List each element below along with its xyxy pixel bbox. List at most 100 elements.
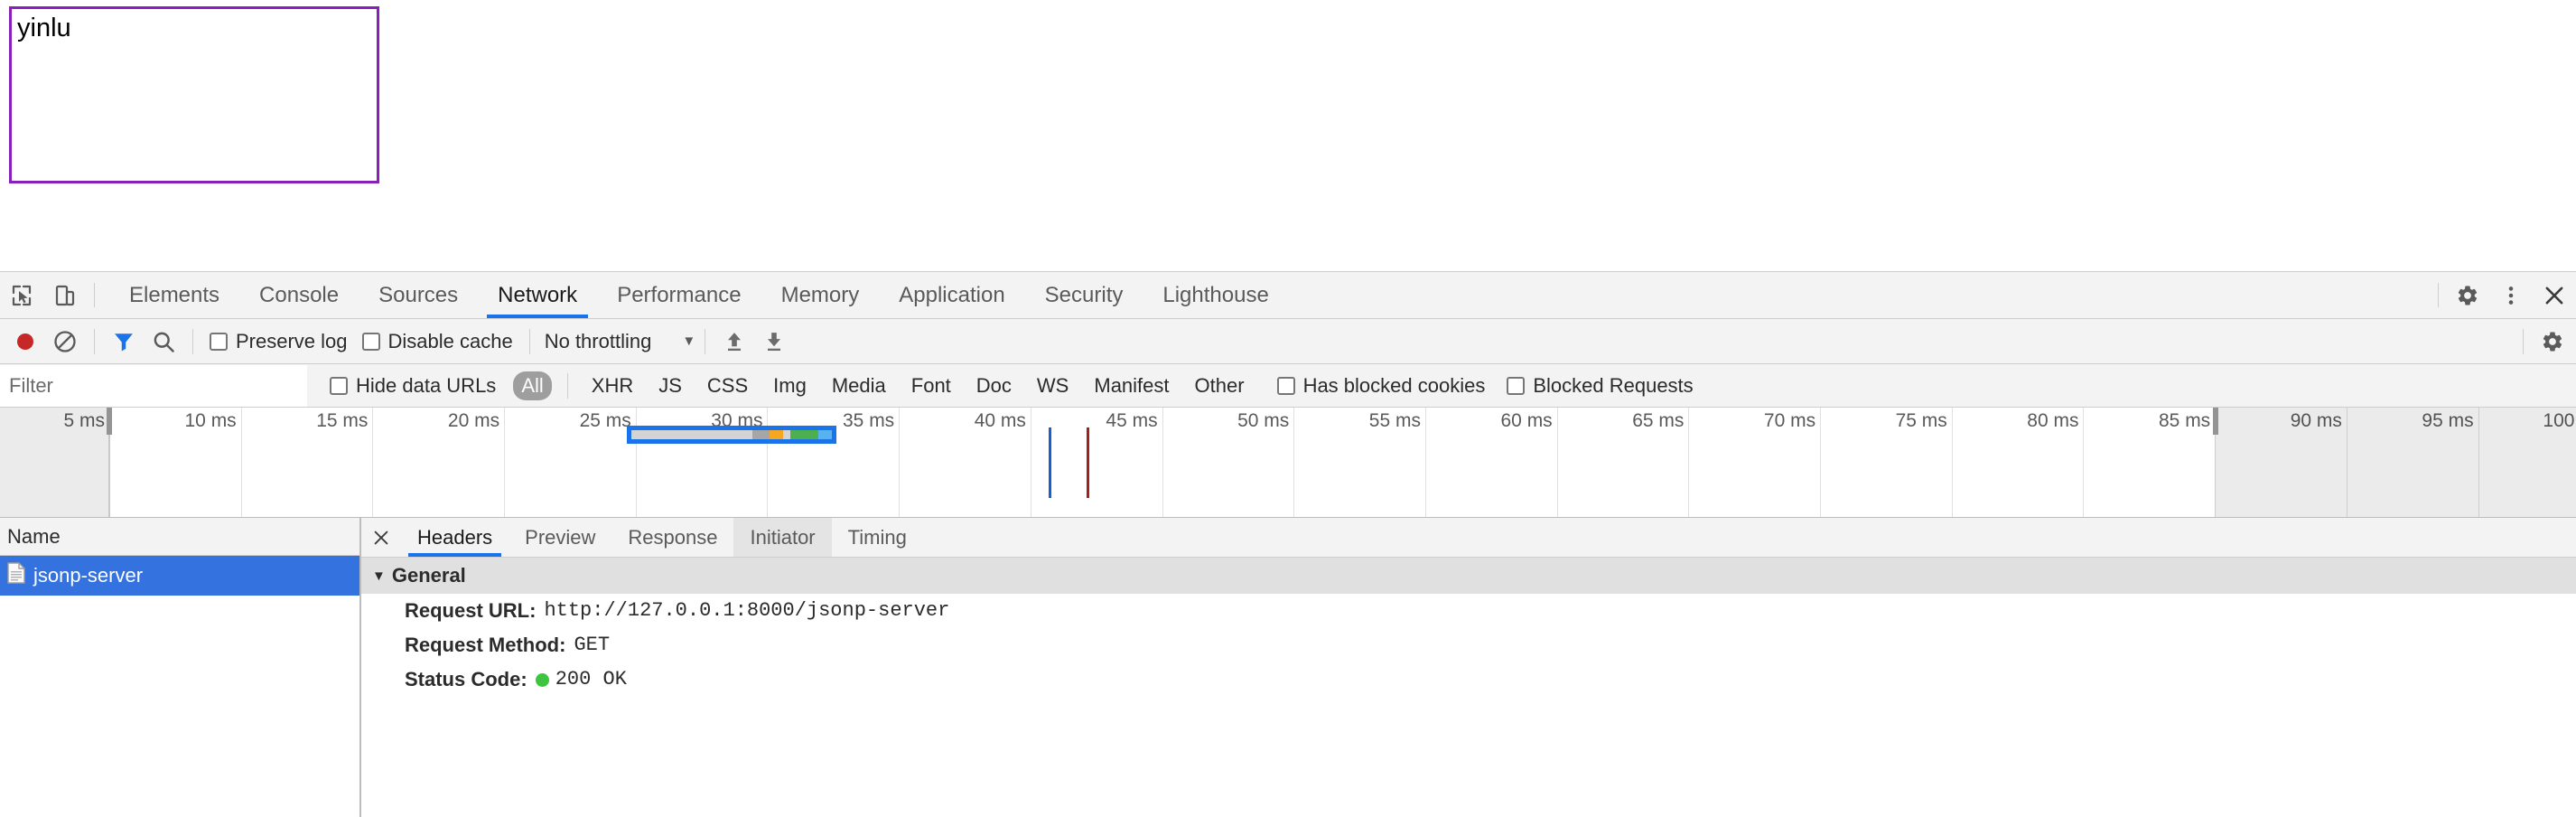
throttling-value: No throttling <box>544 329 652 352</box>
checkbox-box <box>361 332 380 351</box>
timeline-tick-label: 65 ms <box>1632 410 1685 431</box>
type-filter-font[interactable]: Font <box>903 371 959 400</box>
type-filter-media[interactable]: Media <box>824 371 894 400</box>
timeline-tick: 30 ms <box>637 408 769 517</box>
gear-icon[interactable] <box>2446 272 2489 318</box>
devtools-tabbar: Elements Console Sources Network Perform… <box>0 272 2576 319</box>
timeline-tick-label: 95 ms <box>2422 410 2474 431</box>
timeline-tick-label: 35 ms <box>843 410 895 431</box>
timeline-tick: 10 ms <box>110 408 242 517</box>
timeline-drag-handle-right[interactable] <box>2213 408 2218 435</box>
devtools-panel: Elements Console Sources Network Perform… <box>0 271 2576 817</box>
timeline-tick-label: 85 ms <box>2159 410 2211 431</box>
waterfall-segment-content-download <box>817 430 832 439</box>
detail-tab-preview[interactable]: Preview <box>509 518 611 557</box>
detail-tab-label: Preview <box>525 525 596 549</box>
timeline-tick: 55 ms <box>1294 408 1426 517</box>
dom-content-loaded-marker <box>1049 427 1051 498</box>
preserve-log-checkbox[interactable]: Preserve log <box>210 330 348 353</box>
tab-console[interactable]: Console <box>239 272 359 318</box>
tabbar-actions <box>2431 272 2576 318</box>
import-har-icon[interactable] <box>714 322 754 362</box>
type-filter-ws[interactable]: WS <box>1029 371 1077 400</box>
tab-lighthouse[interactable]: Lighthouse <box>1143 272 1288 318</box>
network-timeline-overview[interactable]: 5 ms 10 ms 15 ms 20 ms 25 ms 30 ms 35 ms 40 ms 4… <box>0 408 2576 518</box>
detail-tab-initiator[interactable]: Initiator <box>733 518 832 557</box>
type-filter-other[interactable]: Other <box>1187 371 1253 400</box>
header-value[interactable]: http://127.0.0.1:8000/jsonp-server <box>544 597 949 624</box>
waterfall-segment-stalled <box>751 430 770 439</box>
tabs-list: Elements Console Sources Network Perform… <box>109 272 1289 318</box>
search-icon[interactable] <box>144 322 183 362</box>
hide-data-urls-label: Hide data URLs <box>356 373 497 397</box>
inspect-cursor-icon[interactable] <box>0 272 43 318</box>
header-key: Request Method: <box>405 634 566 656</box>
request-list-header[interactable]: Name <box>0 518 359 556</box>
tab-security[interactable]: Security <box>1025 272 1143 318</box>
kebab-menu-icon[interactable] <box>2489 272 2533 318</box>
clear-icon[interactable] <box>45 322 85 362</box>
close-icon[interactable] <box>361 518 401 557</box>
timeline-tick: 75 ms <box>1821 408 1953 517</box>
waterfall-segment-waiting-ttfb <box>790 430 818 439</box>
disable-cache-checkbox[interactable]: Disable cache <box>361 330 513 353</box>
blocked-requests-checkbox[interactable]: Blocked Requests <box>1507 374 1694 398</box>
tab-network[interactable]: Network <box>478 272 597 318</box>
timeline-tick: 25 ms <box>505 408 637 517</box>
timeline-drag-handle-left[interactable] <box>107 408 112 435</box>
timeline-tick: 50 ms <box>1163 408 1295 517</box>
filter-funnel-icon[interactable] <box>104 322 144 362</box>
load-event-marker <box>1087 427 1089 498</box>
close-icon[interactable] <box>2533 272 2576 318</box>
toolbar-divider-5 <box>2523 328 2524 354</box>
waterfall-segment-request-sent <box>770 430 784 439</box>
page-viewport: yinlu <box>0 0 2576 271</box>
type-filter-all[interactable]: All <box>513 371 552 400</box>
type-filter-manifest[interactable]: Manifest <box>1086 371 1177 400</box>
detail-tab-label: Response <box>628 525 718 549</box>
checkbox-box <box>330 376 348 395</box>
tab-application[interactable]: Application <box>879 272 1024 318</box>
has-blocked-cookies-checkbox[interactable]: Has blocked cookies <box>1276 374 1485 398</box>
tabbar-divider <box>94 283 95 307</box>
tab-elements[interactable]: Elements <box>109 272 239 318</box>
tabbar-right-divider <box>2438 283 2439 307</box>
timeline-tick: 80 ms <box>1953 408 2085 517</box>
detail-tab-headers[interactable]: Headers <box>401 518 509 557</box>
network-settings-gear-icon[interactable] <box>2533 322 2572 362</box>
network-filter-bar: Hide data URLs All XHR JS CSS Img Media … <box>0 364 2576 408</box>
network-toolbar: Preserve log Disable cache No throttling… <box>0 319 2576 364</box>
throttling-select[interactable]: No throttling ▼ <box>545 330 695 353</box>
type-filter-js[interactable]: JS <box>650 371 690 400</box>
device-toolbar-icon[interactable] <box>43 272 87 318</box>
tab-sources[interactable]: Sources <box>359 272 478 318</box>
table-row[interactable]: jsonp-server <box>0 556 359 596</box>
detail-tab-timing[interactable]: Timing <box>832 518 923 557</box>
type-filter-img[interactable]: Img <box>765 371 815 400</box>
timeline-tick: 85 ms <box>2085 408 2217 517</box>
yinlu-content-box: yinlu <box>9 6 379 183</box>
request-name: jsonp-server <box>33 564 144 587</box>
record-button-icon[interactable] <box>5 322 45 362</box>
waterfall-request-bar[interactable] <box>627 426 836 444</box>
hide-data-urls-checkbox[interactable]: Hide data URLs <box>330 374 496 398</box>
filter-input[interactable] <box>0 364 307 407</box>
type-filter-css[interactable]: CSS <box>699 371 756 400</box>
header-key: Status Code: <box>405 668 527 690</box>
detail-tab-response[interactable]: Response <box>611 518 733 557</box>
checkbox-box <box>1507 376 1526 395</box>
type-filter-divider <box>566 372 568 399</box>
tab-memory[interactable]: Memory <box>761 272 880 318</box>
general-section-header[interactable]: ▼ General <box>361 558 2576 594</box>
export-har-icon[interactable] <box>754 322 794 362</box>
tab-label: Application <box>899 282 1005 307</box>
type-filter-doc[interactable]: Doc <box>968 371 1020 400</box>
header-row-request-url: Request URL: http://127.0.0.1:8000/jsonp… <box>361 594 2576 628</box>
timeline-tick-label: 10 ms <box>184 410 237 431</box>
type-filter-xhr[interactable]: XHR <box>583 371 641 400</box>
tab-label: Network <box>498 282 578 307</box>
tab-label: Lighthouse <box>1162 282 1269 307</box>
tab-performance[interactable]: Performance <box>597 272 761 318</box>
timeline-tick-label: 75 ms <box>1895 410 1947 431</box>
tab-label: Sources <box>378 282 459 307</box>
